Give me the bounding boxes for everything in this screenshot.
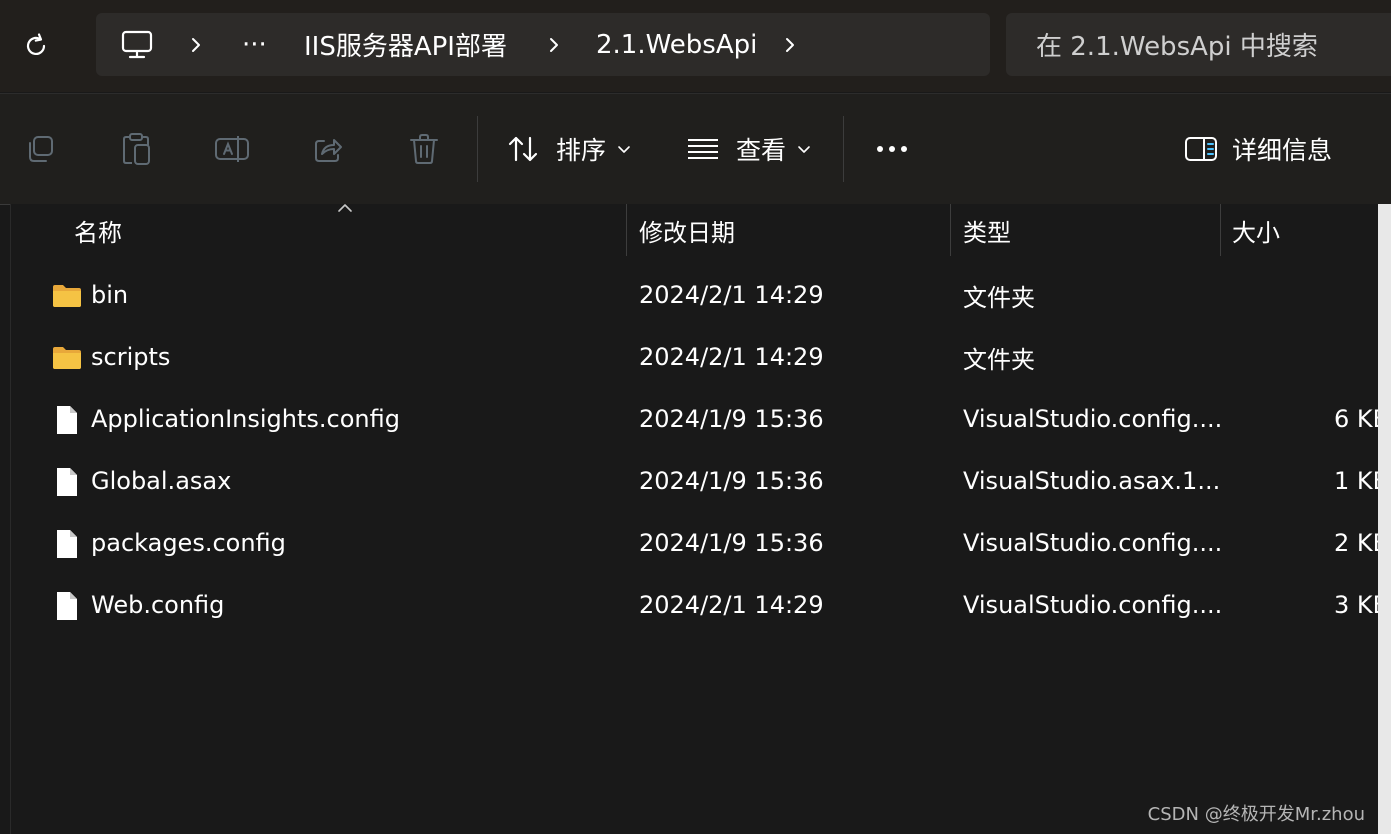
file-row[interactable]: ApplicationInsights.config 2024/1/9 15:3…	[11, 388, 1389, 450]
file-list: 名称 修改日期 类型 大小 bin 2024/2/1 14:29 文件夹 scr…	[10, 204, 1389, 834]
paste-button[interactable]	[116, 124, 156, 174]
details-label: 详细信息	[1232, 136, 1333, 165]
file-type: VisualStudio.config....	[963, 405, 1223, 433]
breadcrumb-item-websapi[interactable]: 2.1.WebsApi	[596, 13, 757, 76]
file-name: scripts	[91, 343, 171, 371]
sort-button[interactable]: 排序	[506, 124, 636, 174]
file-name: ApplicationInsights.config	[91, 405, 400, 433]
details-pane-button[interactable]: 详细信息	[1184, 124, 1334, 174]
file-row[interactable]: packages.config 2024/1/9 15:36 VisualStu…	[11, 512, 1389, 574]
file-type: 文件夹	[963, 345, 1035, 374]
column-divider[interactable]	[1220, 204, 1221, 256]
view-lines-icon	[688, 139, 718, 159]
file-row[interactable]: scripts 2024/2/1 14:29 文件夹	[11, 326, 1379, 388]
window-edge	[1378, 204, 1391, 834]
address-bar: ··· IIS服务器API部署 2.1.WebsApi 在 2.1.WebsAp…	[0, 0, 1391, 92]
search-placeholder: 在 2.1.WebsApi 中搜索	[1036, 32, 1318, 62]
file-icon	[57, 468, 77, 496]
file-type: VisualStudio.config....	[963, 591, 1223, 619]
watermark: CSDN @终极开发Mr.zhou	[1147, 804, 1365, 825]
breadcrumb-chevron[interactable]	[782, 13, 798, 76]
file-row[interactable]: Web.config 2024/2/1 14:29 VisualStudio.c…	[11, 574, 1389, 636]
file-type: 文件夹	[963, 283, 1035, 312]
breadcrumb-ellipsis[interactable]: ···	[242, 13, 267, 76]
chevron-down-icon	[798, 146, 810, 153]
file-icon	[57, 592, 77, 620]
breadcrumb-chevron[interactable]	[188, 13, 204, 76]
file-explorer-window: ··· IIS服务器API部署 2.1.WebsApi 在 2.1.WebsAp…	[0, 0, 1391, 834]
column-header-type[interactable]: 类型	[963, 204, 1218, 256]
column-header-name[interactable]: 名称	[74, 204, 624, 256]
toolbar-divider	[843, 116, 844, 182]
this-pc-icon	[121, 30, 153, 58]
file-name: packages.config	[91, 529, 286, 557]
file-modified: 2024/1/9 15:36	[639, 529, 824, 557]
file-modified: 2024/2/1 14:29	[639, 281, 824, 309]
command-bar: 排序 查看 详细信息	[0, 93, 1391, 205]
copy-button[interactable]	[20, 124, 60, 174]
file-icon	[57, 406, 77, 434]
file-name: Global.asax	[91, 467, 232, 495]
chevron-right-icon	[192, 37, 200, 52]
more-options-button[interactable]	[870, 124, 914, 174]
file-modified: 2024/1/9 15:36	[639, 467, 824, 495]
chevron-right-icon	[550, 37, 558, 52]
file-type: VisualStudio.config....	[963, 529, 1223, 557]
search-input[interactable]: 在 2.1.WebsApi 中搜索	[1006, 13, 1391, 76]
chevron-down-icon	[618, 146, 630, 153]
file-type: VisualStudio.asax.1...	[963, 467, 1221, 495]
delete-icon	[410, 134, 438, 164]
refresh-icon	[26, 33, 46, 55]
file-row[interactable]: Global.asax 2024/1/9 15:36 VisualStudio.…	[11, 450, 1389, 512]
file-modified: 2024/2/1 14:29	[639, 591, 824, 619]
file-icon	[57, 530, 77, 558]
chevron-right-icon	[786, 37, 794, 52]
delete-button[interactable]	[404, 124, 444, 174]
folder-icon	[53, 347, 81, 369]
rename-icon	[215, 136, 249, 162]
file-name: Web.config	[91, 591, 225, 619]
breadcrumb[interactable]: ··· IIS服务器API部署 2.1.WebsApi	[96, 13, 990, 76]
view-button[interactable]: 查看	[686, 124, 816, 174]
file-modified: 2024/1/9 15:36	[639, 405, 824, 433]
share-button[interactable]	[308, 124, 348, 174]
folder-icon	[53, 285, 81, 307]
details-pane-icon	[1185, 137, 1217, 161]
file-name: bin	[91, 281, 129, 309]
breadcrumb-item-iis[interactable]: IIS服务器API部署	[304, 13, 507, 76]
sort-label: 排序	[556, 136, 607, 165]
rename-button[interactable]	[212, 124, 252, 174]
sort-arrows-icon	[508, 136, 538, 162]
more-icon	[877, 146, 907, 152]
copy-icon	[29, 136, 53, 162]
column-divider[interactable]	[626, 204, 627, 256]
paste-icon	[123, 133, 150, 165]
view-label: 查看	[736, 136, 787, 165]
file-modified: 2024/2/1 14:29	[639, 343, 824, 371]
file-row[interactable]: bin 2024/2/1 14:29 文件夹	[11, 264, 1379, 326]
share-icon	[315, 139, 342, 162]
column-header-size[interactable]: 大小	[1232, 204, 1372, 256]
this-pc-button[interactable]	[120, 13, 154, 76]
column-divider[interactable]	[950, 204, 951, 256]
refresh-button[interactable]	[16, 26, 56, 66]
breadcrumb-chevron[interactable]	[546, 13, 562, 76]
toolbar-divider	[477, 116, 478, 182]
column-header-modified[interactable]: 修改日期	[639, 204, 949, 256]
